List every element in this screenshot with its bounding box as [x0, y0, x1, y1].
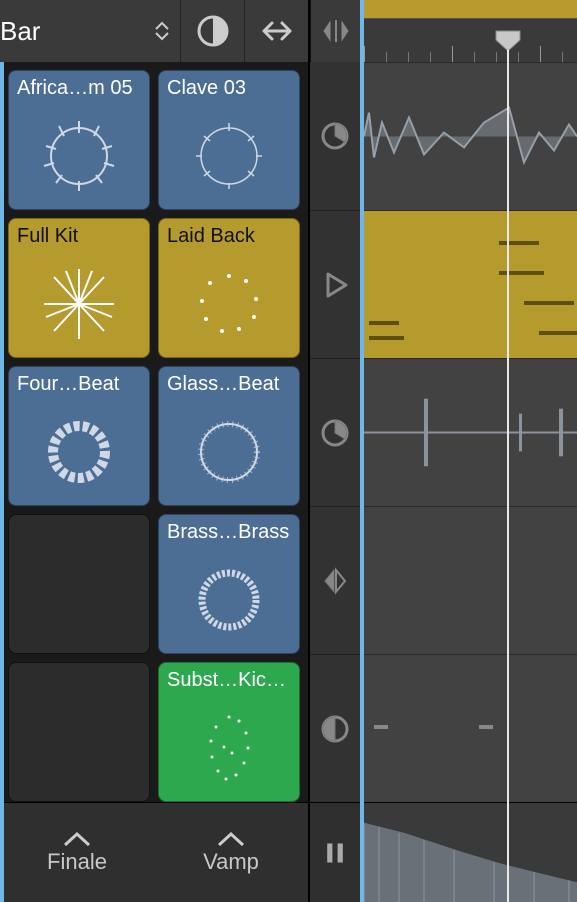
loop-cell[interactable]: Four…Beat: [8, 366, 150, 506]
cell-label: Subst…Kick 2: [159, 667, 299, 694]
cell-label: Africa…m 05: [9, 75, 149, 102]
pause-icon: [322, 840, 348, 866]
cell-label: Clave 03: [159, 75, 299, 102]
waveform-icon: [184, 250, 274, 357]
quantize-dropdown[interactable]: Bar: [0, 0, 180, 62]
waveform-icon: [184, 546, 274, 653]
loop-cell[interactable]: Laid Back: [158, 218, 300, 358]
track-lane[interactable]: [364, 62, 577, 210]
cell-row: Full Kit Laid Back: [8, 218, 300, 358]
loop-cell[interactable]: Africa…m 05: [8, 70, 150, 210]
track-lane[interactable]: [364, 802, 577, 902]
cell-label: Glass…Beat: [159, 371, 299, 398]
audio-waveform: [364, 803, 577, 902]
pie-icon: [320, 418, 350, 448]
scene-button-finale[interactable]: Finale: [0, 803, 154, 902]
loop-cell[interactable]: Full Kit: [8, 218, 150, 358]
selection-highlight: [360, 0, 364, 902]
play-icon: [320, 270, 350, 300]
chevron-up-icon: [217, 831, 245, 847]
waveform-icon: [184, 398, 274, 505]
cell-row: Four…Beat Glass…Beat: [8, 366, 300, 506]
scene-button-vamp[interactable]: Vamp: [154, 803, 308, 902]
scene-label: Finale: [47, 849, 107, 875]
cell-row: Africa…m 05 Clave 03: [8, 70, 300, 210]
stretch-button[interactable]: [244, 0, 308, 62]
loop-cell[interactable]: Glass…Beat: [158, 366, 300, 506]
cell-label: Four…Beat: [9, 371, 149, 398]
track-mode-button[interactable]: [310, 358, 360, 506]
contrast-icon: [196, 14, 230, 48]
loop-cell[interactable]: Clave 03: [158, 70, 300, 210]
fold-icon: [320, 566, 350, 596]
waveform-icon: [184, 694, 274, 801]
waveform-icon: [34, 398, 124, 505]
collapse-icon: [321, 16, 351, 46]
track-mode-button[interactable]: [310, 654, 360, 802]
cell-row: Brass…Brass: [8, 514, 300, 654]
track-mode-button[interactable]: [310, 506, 360, 654]
live-loops-topbar: Bar: [0, 0, 310, 62]
track-lane[interactable]: [364, 654, 577, 802]
audio-waveform: [364, 63, 577, 210]
waveform-icon: [34, 250, 124, 357]
scene-switcher-bar: Finale Vamp: [0, 802, 310, 902]
selection-highlight: [0, 62, 4, 902]
stretch-icon: [260, 14, 294, 48]
track-lane[interactable]: [364, 358, 577, 506]
contrast-button[interactable]: [180, 0, 244, 62]
pie-icon: [320, 121, 350, 151]
waveform-icon: [184, 102, 274, 209]
cell-row: Subst…Kick 2: [8, 662, 300, 802]
track-header-column: [310, 62, 360, 802]
track-mode-button[interactable]: [310, 210, 360, 358]
empty-cell[interactable]: [8, 662, 150, 802]
cell-label: Full Kit: [9, 223, 149, 250]
chevron-up-icon: [63, 831, 91, 847]
divider-toggle-button[interactable]: [310, 0, 360, 62]
track-lane[interactable]: [364, 210, 577, 358]
pause-button[interactable]: [310, 802, 360, 902]
quantize-label: Bar: [0, 16, 152, 47]
track-lane[interactable]: [364, 506, 577, 654]
waveform-icon: [34, 102, 124, 209]
live-loops-grid: Africa…m 05 Clave 03: [0, 62, 310, 802]
playhead-line[interactable]: [507, 50, 509, 902]
cell-label: Laid Back: [159, 223, 299, 250]
scene-label: Vamp: [203, 849, 259, 875]
track-mode-button[interactable]: [310, 62, 360, 210]
ruler[interactable]: [364, 18, 577, 62]
contrast-icon: [320, 714, 350, 744]
loop-cell[interactable]: Subst…Kick 2: [158, 662, 300, 802]
arrangement-marker-bar[interactable]: [364, 0, 577, 18]
empty-cell[interactable]: [8, 514, 150, 654]
playhead-icon[interactable]: [495, 30, 521, 52]
loop-cell[interactable]: Brass…Brass: [158, 514, 300, 654]
stepper-icon: [152, 21, 172, 41]
cell-label: Brass…Brass: [159, 519, 299, 546]
audio-waveform: [364, 359, 577, 506]
